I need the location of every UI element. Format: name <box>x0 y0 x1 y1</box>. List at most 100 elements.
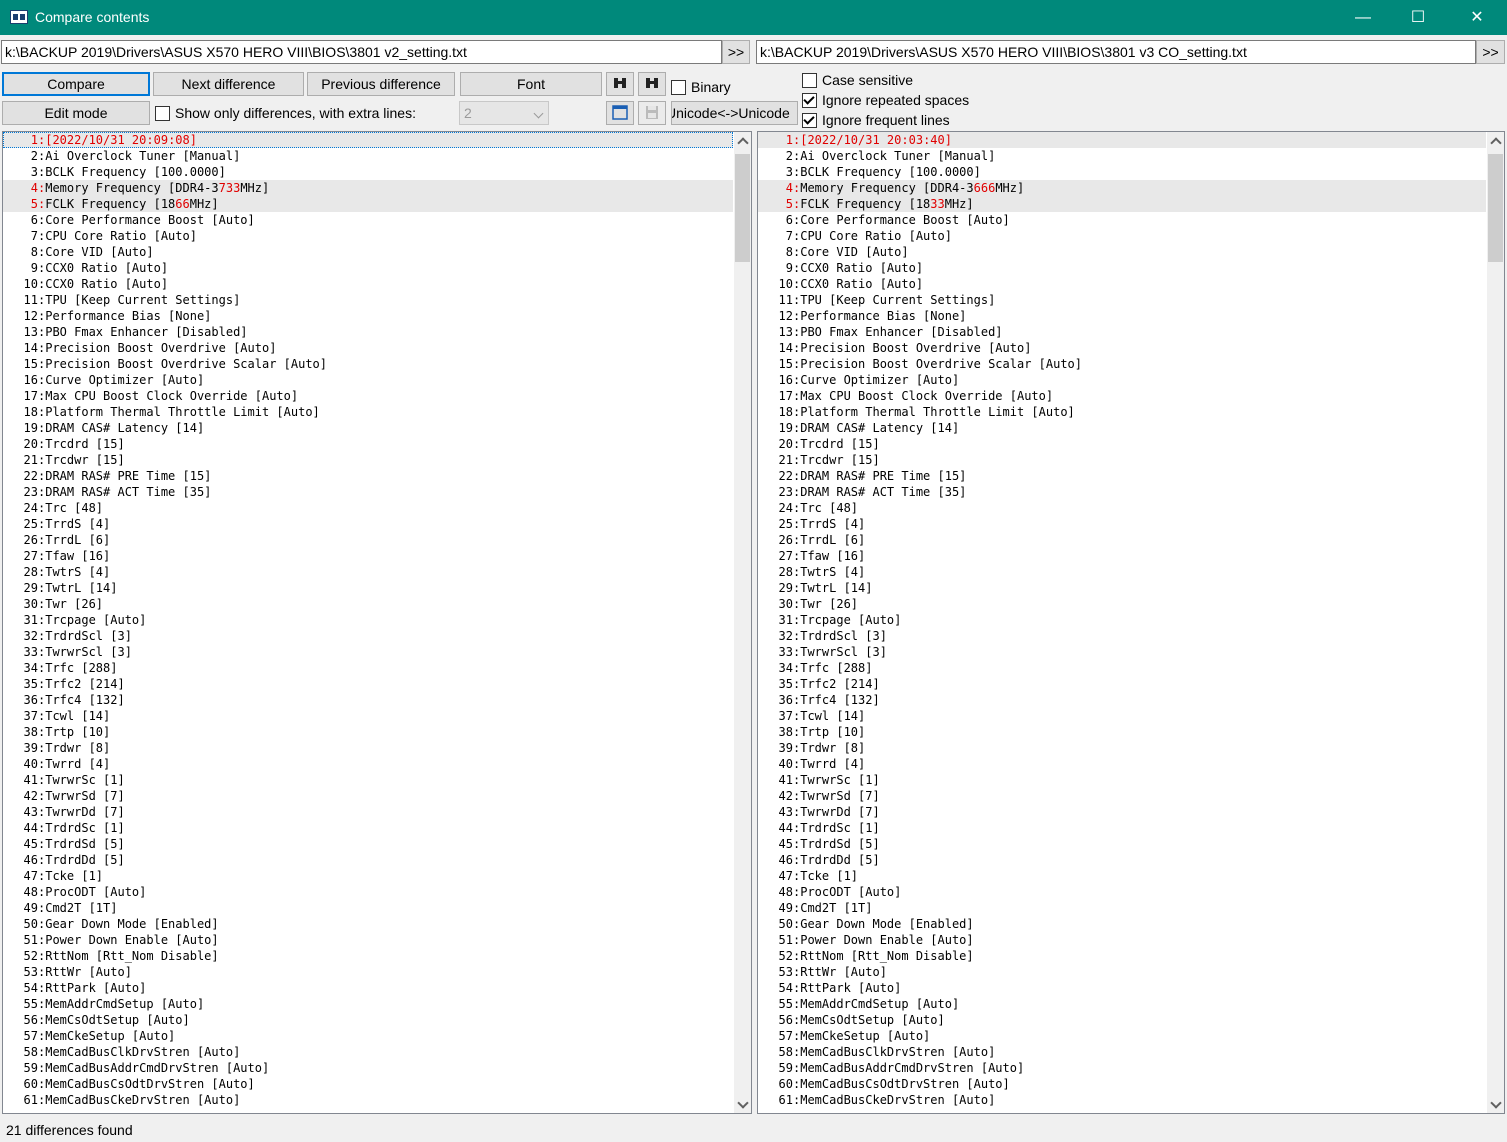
text-line[interactable]: 7:CPU Core Ratio [Auto] <box>758 228 1486 244</box>
text-line[interactable]: 21:Trcdwr [15] <box>758 452 1486 468</box>
binoculars-icon[interactable] <box>606 72 634 96</box>
scroll-down-icon[interactable] <box>1487 1096 1504 1113</box>
text-line[interactable]: 11:TPU [Keep Current Settings] <box>3 292 733 308</box>
text-line[interactable]: 30:Twr [26] <box>758 596 1486 612</box>
text-line[interactable]: 15:Precision Boost Overdrive Scalar [Aut… <box>3 356 733 372</box>
text-line[interactable]: 34:Trfc [288] <box>758 660 1486 676</box>
show-only-differences-checkbox-box[interactable] <box>155 105 170 121</box>
font-button[interactable]: Font <box>460 72 602 96</box>
text-line[interactable]: 34:Trfc [288] <box>3 660 733 676</box>
text-line[interactable]: 31:Trcpage [Auto] <box>3 612 733 628</box>
text-line[interactable]: 60:MemCadBusCsOdtDrvStren [Auto] <box>3 1076 733 1092</box>
case-sensitive-checkbox[interactable]: Case sensitive <box>802 70 913 90</box>
text-line[interactable]: 1:[2022/10/31 20:09:08] <box>3 132 733 148</box>
text-line[interactable]: 53:RttWr [Auto] <box>758 964 1486 980</box>
text-line[interactable]: 60:MemCadBusCsOdtDrvStren [Auto] <box>758 1076 1486 1092</box>
right-scrollbar[interactable] <box>1487 132 1504 1113</box>
text-line[interactable]: 36:Trfc4 [132] <box>3 692 733 708</box>
text-line[interactable]: 52:RttNom [Rtt_Nom Disable] <box>758 948 1486 964</box>
text-line[interactable]: 52:RttNom [Rtt_Nom Disable] <box>3 948 733 964</box>
text-line[interactable]: 41:TwrwrSc [1] <box>3 772 733 788</box>
close-button[interactable]: ✕ <box>1454 0 1500 35</box>
edit-mode-button[interactable]: Edit mode <box>2 101 150 125</box>
text-line[interactable]: 6:Core Performance Boost [Auto] <box>758 212 1486 228</box>
binoculars-back-icon[interactable] <box>638 72 666 96</box>
text-line[interactable]: 9:CCX0 Ratio [Auto] <box>3 260 733 276</box>
text-line[interactable]: 56:MemCsOdtSetup [Auto] <box>758 1012 1486 1028</box>
text-line[interactable]: 2:Ai Overclock Tuner [Manual] <box>3 148 733 164</box>
text-line[interactable]: 45:TrdrdSd [5] <box>3 836 733 852</box>
ignore-repeated-spaces-checkbox[interactable]: Ignore repeated spaces <box>802 90 969 110</box>
text-line[interactable]: 12:Performance Bias [None] <box>3 308 733 324</box>
text-line[interactable]: 21:Trcdwr [15] <box>3 452 733 468</box>
text-line[interactable]: 31:Trcpage [Auto] <box>758 612 1486 628</box>
right-text-pane[interactable]: 1:[2022/10/31 20:03:40] 2:Ai Overclock Tu… <box>757 131 1505 1114</box>
left-scrollbar[interactable] <box>734 132 751 1113</box>
binary-checkbox-box[interactable] <box>671 79 686 95</box>
text-line[interactable]: 25:TrrdS [4] <box>3 516 733 532</box>
text-line[interactable]: 4:Memory Frequency [DDR4-3733MHz] <box>3 180 733 196</box>
text-line[interactable]: 51:Power Down Enable [Auto] <box>3 932 733 948</box>
text-line[interactable]: 23:DRAM RAS# ACT Time [35] <box>3 484 733 500</box>
ignore-repeated-spaces-checkbox-box[interactable] <box>802 92 817 108</box>
text-line[interactable]: 2:Ai Overclock Tuner [Manual] <box>758 148 1486 164</box>
text-line[interactable]: 4:Memory Frequency [DDR4-3666MHz] <box>758 180 1486 196</box>
text-line[interactable]: 40:Twrrd [4] <box>758 756 1486 772</box>
text-line[interactable]: 27:Tfaw [16] <box>3 548 733 564</box>
binary-checkbox[interactable]: Binary <box>671 77 731 97</box>
text-line[interactable]: 26:TrrdL [6] <box>3 532 733 548</box>
previous-difference-button[interactable]: Previous difference <box>307 72 455 96</box>
text-line[interactable]: 37:Tcwl [14] <box>3 708 733 724</box>
text-line[interactable]: 61:MemCadBusCkeDrvStren [Auto] <box>3 1092 733 1108</box>
right-path-input[interactable]: k:\BACKUP 2019\Drivers\ASUS X570 HERO VI… <box>756 40 1476 64</box>
text-line[interactable]: 16:Curve Optimizer [Auto] <box>758 372 1486 388</box>
left-text-pane[interactable]: 1:[2022/10/31 20:09:08] 2:Ai Overclock Tu… <box>2 131 752 1114</box>
text-line[interactable]: 6:Core Performance Boost [Auto] <box>3 212 733 228</box>
text-line[interactable]: 19:DRAM CAS# Latency [14] <box>758 420 1486 436</box>
text-line[interactable]: 1:[2022/10/31 20:03:40] <box>758 132 1486 148</box>
text-line[interactable]: 59:MemCadBusAddrCmdDrvStren [Auto] <box>3 1060 733 1076</box>
text-line[interactable]: 26:TrrdL [6] <box>758 532 1486 548</box>
text-line[interactable]: 13:PBO Fmax Enhancer [Disabled] <box>3 324 733 340</box>
text-line[interactable]: 29:TwtrL [14] <box>3 580 733 596</box>
text-line[interactable]: 23:DRAM RAS# ACT Time [35] <box>758 484 1486 500</box>
text-line[interactable]: 35:Trfc2 [214] <box>758 676 1486 692</box>
text-line[interactable]: 45:TrdrdSd [5] <box>758 836 1486 852</box>
text-line[interactable]: 43:TwrwrDd [7] <box>3 804 733 820</box>
ignore-frequent-lines-checkbox[interactable]: Ignore frequent lines <box>802 110 950 130</box>
text-line[interactable]: 38:Trtp [10] <box>3 724 733 740</box>
text-line[interactable]: 13:PBO Fmax Enhancer [Disabled] <box>758 324 1486 340</box>
text-line[interactable]: 51:Power Down Enable [Auto] <box>758 932 1486 948</box>
text-line[interactable]: 39:Trdwr [8] <box>758 740 1486 756</box>
text-line[interactable]: 3:BCLK Frequency [100.0000] <box>758 164 1486 180</box>
text-line[interactable]: 57:MemCkeSetup [Auto] <box>758 1028 1486 1044</box>
text-line[interactable]: 11:TPU [Keep Current Settings] <box>758 292 1486 308</box>
scroll-thumb[interactable] <box>735 154 750 262</box>
text-line[interactable]: 41:TwrwrSc [1] <box>758 772 1486 788</box>
text-line[interactable]: 44:TrdrdSc [1] <box>758 820 1486 836</box>
text-line[interactable]: 38:Trtp [10] <box>758 724 1486 740</box>
text-line[interactable]: 43:TwrwrDd [7] <box>758 804 1486 820</box>
text-line[interactable]: 42:TwrwrSd [7] <box>3 788 733 804</box>
text-line[interactable]: 50:Gear Down Mode [Enabled] <box>758 916 1486 932</box>
text-line[interactable]: 17:Max CPU Boost Clock Override [Auto] <box>3 388 733 404</box>
next-difference-button[interactable]: Next difference <box>153 72 304 96</box>
unicode-button[interactable]: Unicode<->Unicode <box>671 101 798 125</box>
text-line[interactable]: 5:FCLK Frequency [1833MHz] <box>758 196 1486 212</box>
text-line[interactable]: 49:Cmd2T [1T] <box>758 900 1486 916</box>
text-line[interactable]: 57:MemCkeSetup [Auto] <box>3 1028 733 1044</box>
text-line[interactable]: 61:MemCadBusCkeDrvStren [Auto] <box>758 1092 1486 1108</box>
text-line[interactable]: 27:Tfaw [16] <box>758 548 1486 564</box>
text-line[interactable]: 48:ProcODT [Auto] <box>3 884 733 900</box>
text-line[interactable]: 35:Trfc2 [214] <box>3 676 733 692</box>
text-line[interactable]: 33:TwrwrScl [3] <box>3 644 733 660</box>
text-line[interactable]: 49:Cmd2T [1T] <box>3 900 733 916</box>
text-line[interactable]: 18:Platform Thermal Throttle Limit [Auto… <box>3 404 733 420</box>
text-line[interactable]: 28:TwtrS [4] <box>758 564 1486 580</box>
case-sensitive-checkbox-box[interactable] <box>802 72 817 88</box>
text-line[interactable]: 30:Twr [26] <box>3 596 733 612</box>
text-line[interactable]: 32:TrdrdScl [3] <box>758 628 1486 644</box>
text-line[interactable]: 22:DRAM RAS# PRE Time [15] <box>3 468 733 484</box>
text-line[interactable]: 50:Gear Down Mode [Enabled] <box>3 916 733 932</box>
text-line[interactable]: 12:Performance Bias [None] <box>758 308 1486 324</box>
